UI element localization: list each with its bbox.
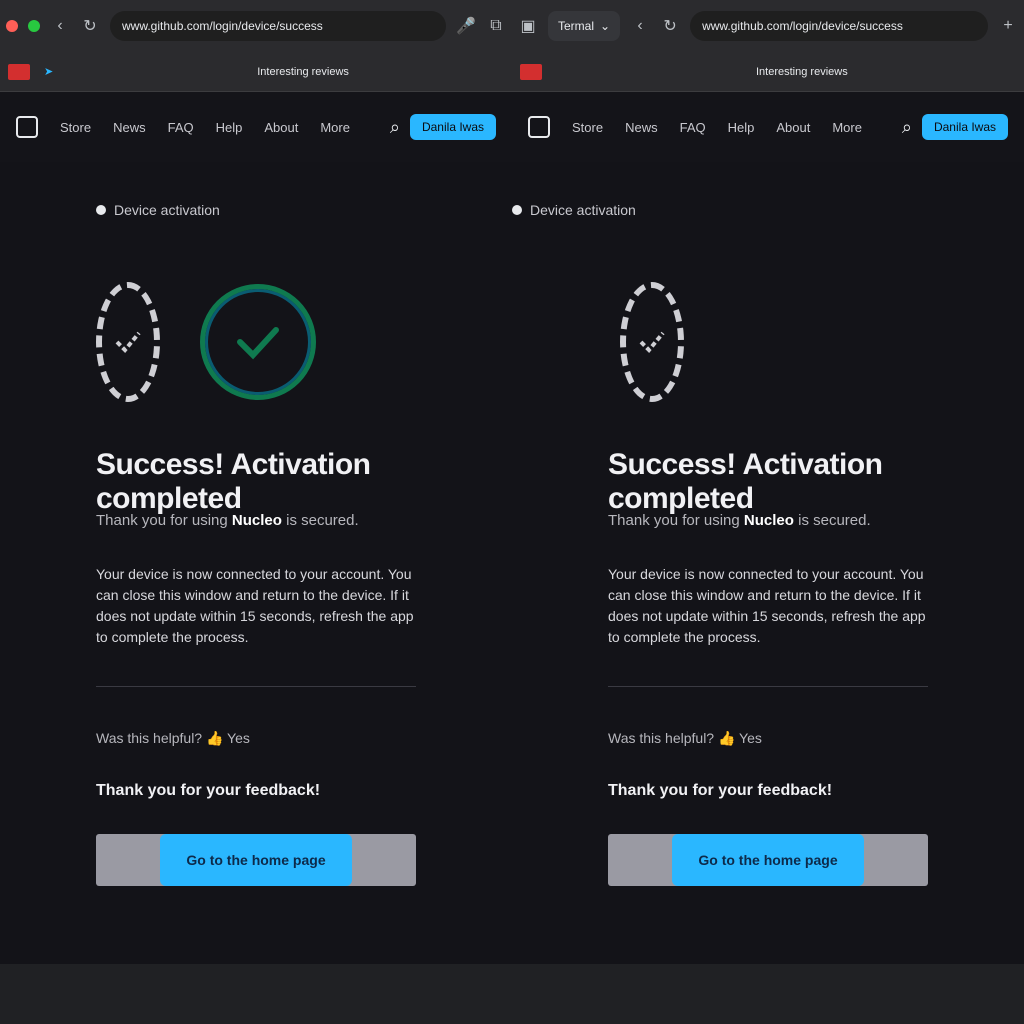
feedback-thanks: Thank you for your feedback!	[96, 782, 321, 799]
right-browser-pane: ▣ Termal ⌄ ‹ ↻ www.github.com/login/devic…	[512, 0, 1024, 1024]
site-logo-icon[interactable]	[528, 116, 550, 138]
site-header: Store News FAQ Help About More ⌕ Danila …	[0, 92, 512, 162]
breadcrumb: Device activation	[512, 202, 636, 218]
header-actions: ⌕ Danila Iwas	[902, 114, 1008, 140]
nav-store[interactable]: Store	[572, 120, 603, 135]
bookmark-red-icon[interactable]	[520, 63, 542, 80]
site-header: Store News FAQ Help About More ⌕ Danila …	[512, 92, 1024, 162]
reload-icon[interactable]: ↻	[80, 16, 100, 36]
home-page-button[interactable]: Go to the home page	[672, 834, 864, 886]
breadcrumb-dot-icon	[96, 205, 106, 215]
helpful-prompt[interactable]: Was this helpful? 👍 Yes	[96, 730, 250, 747]
page-title: Success! Activation completed	[608, 448, 883, 515]
home-page-button[interactable]: Go to the home page	[160, 834, 352, 886]
active-tab[interactable]: Termal ⌄	[548, 11, 621, 41]
breadcrumb-label[interactable]: Device activation	[114, 202, 220, 218]
back-icon[interactable]: ‹	[50, 16, 70, 36]
outline-checkmark-icon	[96, 282, 160, 402]
maximize-window-icon[interactable]	[28, 20, 40, 32]
nav-news[interactable]: News	[113, 120, 146, 135]
main-content: Device activation Success! Activation co…	[0, 162, 512, 964]
breadcrumb-dot-icon	[512, 205, 522, 215]
subtitle-prefix: Thank you for using	[96, 512, 232, 529]
nav-news[interactable]: News	[625, 120, 658, 135]
reload-icon[interactable]: ↻	[660, 16, 680, 36]
microphone-icon[interactable]: 🎤	[456, 16, 476, 36]
home-button-container: Go to the home page	[96, 834, 416, 886]
back-icon[interactable]: ‹	[630, 16, 650, 36]
outline-checkmark-icon	[620, 282, 684, 402]
breadcrumb: Device activation	[96, 202, 220, 218]
footer	[512, 964, 1024, 1024]
add-tab-icon[interactable]: +	[998, 16, 1018, 36]
page-subtitle: Thank you for using Nucleo is secured.	[608, 512, 871, 529]
header-actions: ⌕ Danila Iwas	[390, 114, 496, 140]
nav-more[interactable]: More	[320, 120, 350, 135]
page-title: Success! Activation completed	[96, 448, 371, 515]
subtitle-suffix: is secured.	[281, 512, 359, 529]
divider	[96, 686, 416, 687]
body-text: Your device is now connected to your acc…	[96, 566, 414, 645]
url-text: www.github.com/login/device/success	[702, 19, 903, 33]
close-window-icon[interactable]	[6, 20, 18, 32]
home-button-container: Go to the home page	[608, 834, 928, 886]
success-illustration	[620, 272, 940, 412]
breadcrumb-label[interactable]: Device activation	[530, 202, 636, 218]
main-content: Device activation Success! Activation co…	[512, 162, 1024, 964]
bookmark-red-icon[interactable]	[8, 63, 30, 80]
search-icon[interactable]: ⌕	[902, 117, 912, 138]
user-account-button[interactable]: Danila Iwas	[409, 114, 496, 140]
address-bar[interactable]: www.github.com/login/device/success	[110, 11, 446, 41]
bookmarks-bar: Interesting reviews	[512, 52, 1024, 92]
address-bar[interactable]: www.github.com/login/device/success	[690, 11, 988, 41]
tab-strip: ▣ Termal ⌄ ‹ ↻ www.github.com/login/devic…	[512, 0, 1024, 52]
subtitle-product: Nucleo	[231, 512, 282, 529]
nav-faq[interactable]: FAQ	[168, 120, 194, 135]
tab-title: Termal	[558, 19, 595, 33]
nav-faq[interactable]: FAQ	[680, 120, 706, 135]
subtitle-product: Nucleo	[743, 512, 794, 529]
site-logo-icon[interactable]	[16, 116, 38, 138]
bookmark-item[interactable]: Interesting reviews	[756, 66, 848, 78]
url-text: www.github.com/login/device/success	[122, 19, 323, 33]
left-browser-pane: ‹ ↻ www.github.com/login/device/success …	[0, 0, 512, 1024]
divider	[608, 686, 928, 687]
page-subtitle: Thank you for using Nucleo is secured.	[96, 512, 359, 529]
success-checkmark-icon	[200, 284, 316, 400]
user-account-button[interactable]: Danila Iwas	[921, 114, 1008, 140]
bookmark-bird-icon[interactable]: ➤	[44, 65, 53, 78]
nav-more[interactable]: More	[832, 120, 862, 135]
bookmark-item[interactable]: Interesting reviews	[257, 66, 349, 78]
subtitle-suffix: is secured.	[793, 512, 871, 529]
nav-about[interactable]: About	[264, 120, 298, 135]
body-text: Your device is now connected to your acc…	[608, 566, 926, 645]
feedback-thanks: Thank you for your feedback!	[608, 782, 833, 799]
tab-dropdown-icon[interactable]: ⌄	[600, 19, 610, 33]
success-illustration	[96, 272, 416, 412]
nav-help[interactable]: Help	[728, 120, 755, 135]
helpful-prompt[interactable]: Was this helpful? 👍 Yes	[608, 730, 762, 747]
search-icon[interactable]: ⌕	[390, 117, 400, 138]
nav-help[interactable]: Help	[216, 120, 243, 135]
tab-strip: ‹ ↻ www.github.com/login/device/success …	[0, 0, 512, 52]
footer	[0, 964, 512, 1024]
nav-store[interactable]: Store	[60, 120, 91, 135]
bookmarks-bar: ➤ Interesting reviews	[0, 52, 512, 92]
subtitle-prefix: Thank you for using	[608, 512, 744, 529]
new-tab-icon[interactable]: ⧉	[486, 16, 506, 36]
nav-about[interactable]: About	[776, 120, 810, 135]
lock-icon: ▣	[520, 18, 536, 35]
